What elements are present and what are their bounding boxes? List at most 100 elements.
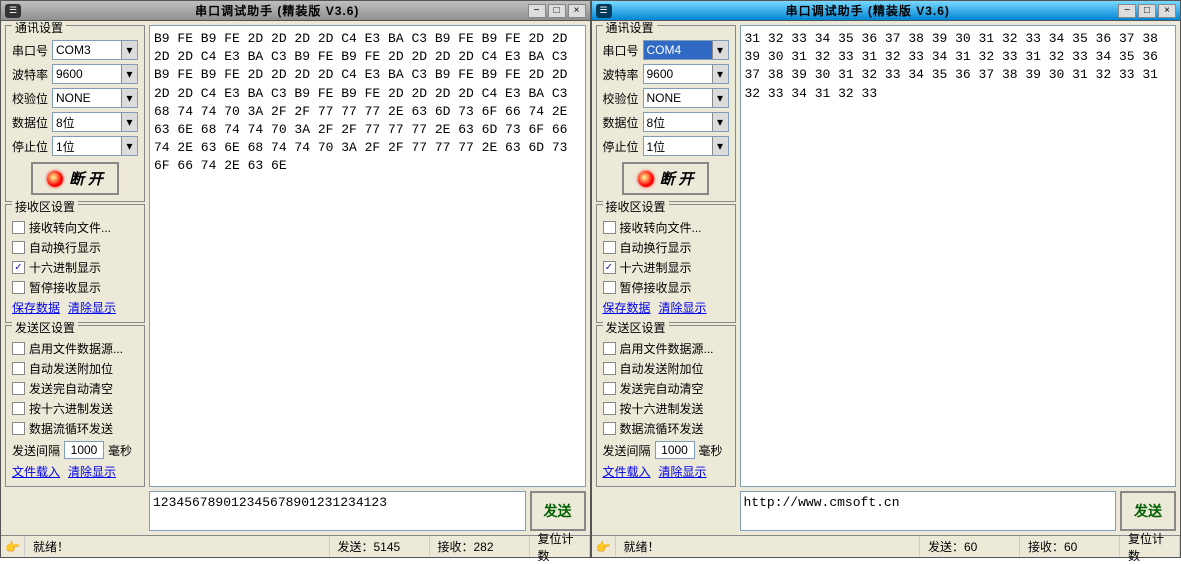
tx-interval-input[interactable]	[655, 441, 695, 459]
send-button[interactable]: 发送	[1120, 491, 1176, 531]
minimize-button[interactable]: −	[528, 4, 546, 18]
chevron-down-icon[interactable]: ▾	[712, 113, 728, 131]
disconnect-label: 断 开	[660, 168, 694, 189]
tx-autoclear-checkbox[interactable]	[603, 382, 616, 395]
chevron-down-icon[interactable]: ▾	[712, 41, 728, 59]
chevron-down-icon[interactable]: ▾	[121, 41, 137, 59]
chevron-down-icon[interactable]: ▾	[712, 137, 728, 155]
reset-counter-button[interactable]: 复位计数	[530, 536, 590, 557]
tx-clear-link[interactable]: 清除显示	[68, 463, 116, 480]
status-rx: 接收：60	[1020, 536, 1120, 557]
rx-pause-checkbox[interactable]	[12, 281, 25, 294]
close-button[interactable]: ×	[568, 4, 586, 18]
maximize-button[interactable]: □	[548, 4, 566, 18]
tx-input[interactable]: 123456789012345678901231234123	[149, 491, 526, 531]
rx-autowrap-checkbox[interactable]	[12, 241, 25, 254]
tx-hexsend-checkbox[interactable]	[12, 402, 25, 415]
chevron-down-icon[interactable]: ▾	[712, 65, 728, 83]
disconnect-label: 断 开	[69, 168, 103, 189]
tx-input[interactable]: http://www.cmsoft.cn	[740, 491, 1117, 531]
rx-title: 接收区设置	[603, 198, 669, 215]
tx-autoclear-checkbox[interactable]	[12, 382, 25, 395]
port-combo[interactable]: COM4▾	[643, 40, 729, 60]
window-1: ☰ 串口调试助手 (精装版 V3.6) − □ × 通讯设置 串口号COM4▾ …	[591, 0, 1181, 558]
tx-interval-label: 发送间隔	[603, 442, 651, 459]
app-icon: ☰	[596, 4, 612, 18]
comm-title: 通讯设置	[603, 21, 657, 36]
status-icon: 👉	[1, 536, 25, 557]
window-title: 串口调试助手 (精装版 V3.6)	[27, 2, 528, 19]
databits-label: 数据位	[603, 114, 639, 131]
port-combo[interactable]: COM3▾	[52, 40, 138, 60]
window-controls: − □ ×	[1118, 4, 1176, 18]
rx-settings-group: 接收区设置 接收转向文件... 自动换行显示 ✓十六进制显示 暂停接收显示 保存…	[5, 204, 145, 323]
tx-autoextra-label: 自动发送附加位	[620, 360, 704, 377]
tx-filesrc-label: 启用文件数据源...	[620, 340, 714, 357]
titlebar[interactable]: ☰ 串口调试助手 (精装版 V3.6) − □ ×	[1, 1, 590, 21]
window-0: ☰ 串口调试助手 (精装版 V3.6) − □ × 通讯设置 串口号COM3▾ …	[0, 0, 591, 558]
status-ready: 就绪！	[616, 536, 921, 557]
rx-hex-checkbox[interactable]: ✓	[12, 261, 25, 274]
main-area: 31 32 33 34 35 36 37 38 39 30 31 32 33 3…	[740, 25, 1177, 531]
minimize-button[interactable]: −	[1118, 4, 1136, 18]
parity-combo[interactable]: NONE▾	[52, 88, 138, 108]
baud-combo[interactable]: 9600▾	[52, 64, 138, 84]
stopbits-label: 停止位	[603, 138, 639, 155]
port-label: 串口号	[12, 42, 48, 59]
statusbar: 👉 就绪！ 发送：5145 接收：282 复位计数	[1, 535, 590, 557]
titlebar[interactable]: ☰ 串口调试助手 (精装版 V3.6) − □ ×	[592, 1, 1181, 21]
close-button[interactable]: ×	[1158, 4, 1176, 18]
chevron-down-icon[interactable]: ▾	[712, 89, 728, 107]
sidebar: 通讯设置 串口号COM4▾ 波特率9600▾ 校验位NONE▾ 数据位8位▾ 停…	[596, 25, 736, 531]
rx-textarea[interactable]: B9 FE B9 FE 2D 2D 2D 2D C4 E3 BA C3 B9 F…	[149, 25, 586, 487]
chevron-down-icon[interactable]: ▾	[121, 113, 137, 131]
tx-autoextra-checkbox[interactable]	[12, 362, 25, 375]
disconnect-button[interactable]: 断 开	[31, 162, 119, 195]
reset-counter-button[interactable]: 复位计数	[1120, 536, 1180, 557]
tx-hexsend-label: 按十六进制发送	[29, 400, 113, 417]
tx-interval-label: 发送间隔	[12, 442, 60, 459]
send-button[interactable]: 发送	[530, 491, 586, 531]
chevron-down-icon[interactable]: ▾	[121, 89, 137, 107]
rx-to-file-checkbox[interactable]	[603, 221, 616, 234]
comm-settings-group: 通讯设置 串口号COM3▾ 波特率9600▾ 校验位NONE▾ 数据位8位▾ 停…	[5, 25, 145, 202]
tx-settings-group: 发送区设置 启用文件数据源... 自动发送附加位 发送完自动清空 按十六进制发送…	[5, 325, 145, 487]
baud-label: 波特率	[12, 66, 48, 83]
tx-interval-input[interactable]	[64, 441, 104, 459]
rx-save-link[interactable]: 保存数据	[12, 299, 60, 316]
tx-loadfile-link[interactable]: 文件载入	[12, 463, 60, 480]
baud-label: 波特率	[603, 66, 639, 83]
rx-pause-checkbox[interactable]	[603, 281, 616, 294]
stopbits-combo[interactable]: 1位▾	[52, 136, 138, 156]
stopbits-combo[interactable]: 1位▾	[643, 136, 729, 156]
tx-loadfile-link[interactable]: 文件载入	[603, 463, 651, 480]
rx-clear-link[interactable]: 清除显示	[659, 299, 707, 316]
chevron-down-icon[interactable]: ▾	[121, 65, 137, 83]
tx-hexsend-checkbox[interactable]	[603, 402, 616, 415]
rx-autowrap-label: 自动换行显示	[620, 239, 692, 256]
maximize-button[interactable]: □	[1138, 4, 1156, 18]
databits-combo[interactable]: 8位▾	[52, 112, 138, 132]
parity-combo[interactable]: NONE▾	[643, 88, 729, 108]
tx-loop-checkbox[interactable]	[603, 422, 616, 435]
tx-autoextra-checkbox[interactable]	[603, 362, 616, 375]
rx-clear-link[interactable]: 清除显示	[68, 299, 116, 316]
parity-label: 校验位	[603, 90, 639, 107]
rx-pause-label: 暂停接收显示	[620, 279, 692, 296]
window-controls: − □ ×	[528, 4, 586, 18]
rx-to-file-checkbox[interactable]	[12, 221, 25, 234]
disconnect-button[interactable]: 断 开	[622, 162, 710, 195]
tx-filesrc-checkbox[interactable]	[603, 342, 616, 355]
rx-textarea[interactable]: 31 32 33 34 35 36 37 38 39 30 31 32 33 3…	[740, 25, 1177, 487]
rx-autowrap-checkbox[interactable]	[603, 241, 616, 254]
rx-save-link[interactable]: 保存数据	[603, 299, 651, 316]
baud-combo[interactable]: 9600▾	[643, 64, 729, 84]
tx-clear-link[interactable]: 清除显示	[659, 463, 707, 480]
chevron-down-icon[interactable]: ▾	[121, 137, 137, 155]
tx-filesrc-checkbox[interactable]	[12, 342, 25, 355]
tx-loop-checkbox[interactable]	[12, 422, 25, 435]
databits-combo[interactable]: 8位▾	[643, 112, 729, 132]
rx-hex-checkbox[interactable]: ✓	[603, 261, 616, 274]
tx-autoclear-label: 发送完自动清空	[29, 380, 113, 397]
connection-status-icon	[47, 171, 63, 187]
